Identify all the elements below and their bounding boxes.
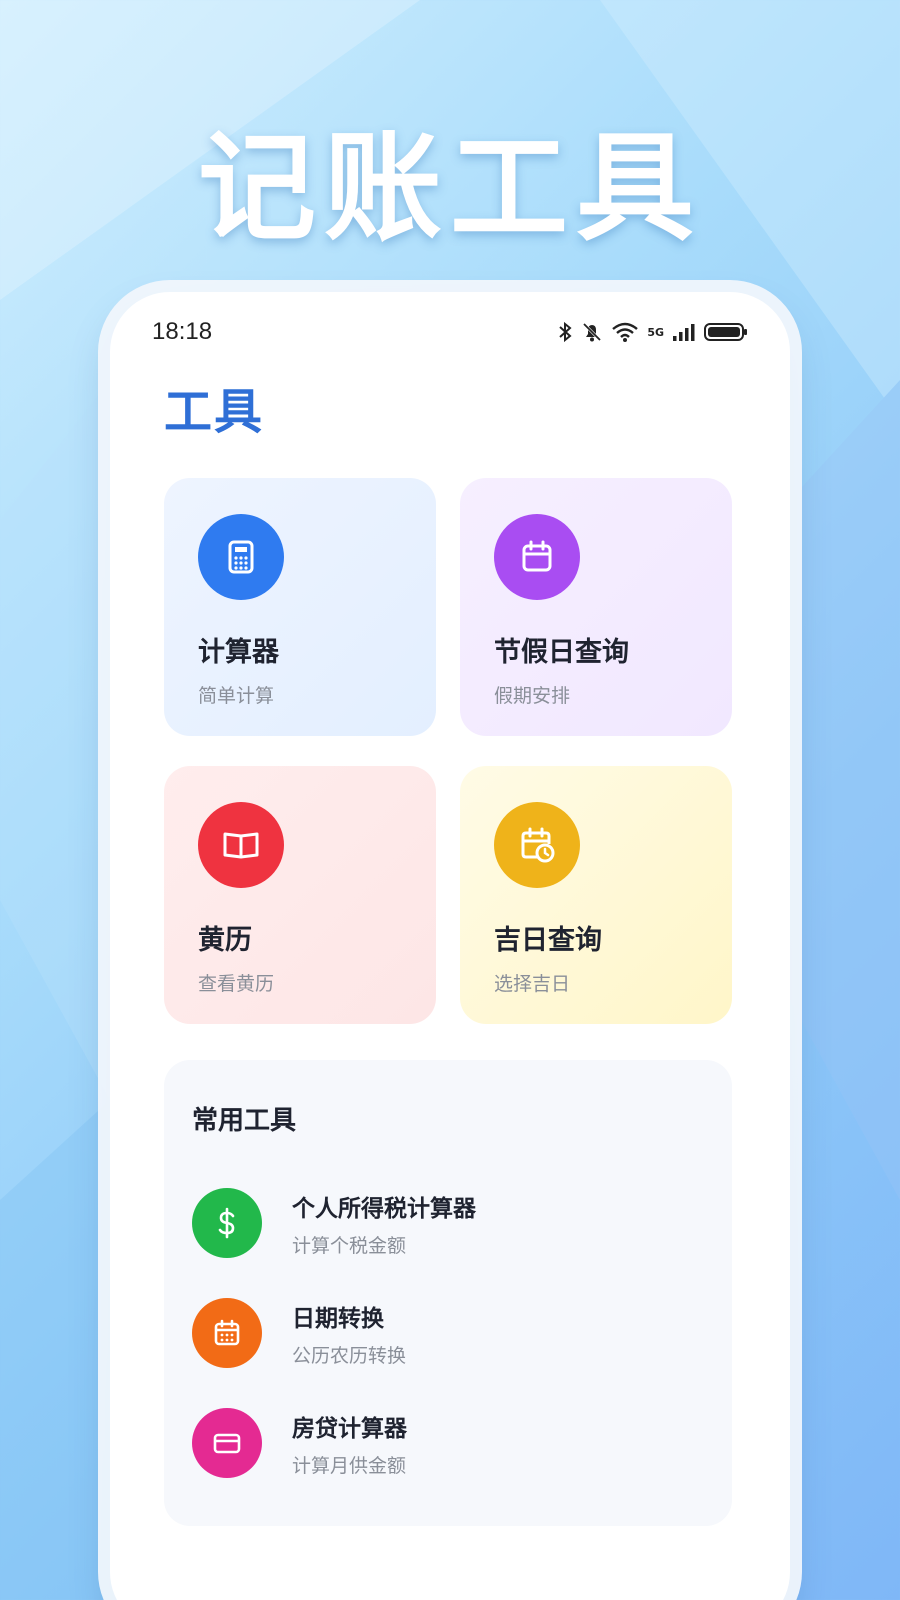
signal-icon — [673, 324, 695, 341]
calculator-icon — [198, 514, 284, 600]
bluetooth-icon — [559, 321, 572, 343]
lucky-day-card[interactable]: 吉日查询 选择吉日 — [460, 766, 732, 1024]
card-subtitle: 假期安排 — [494, 685, 571, 707]
page-title: 工具 — [164, 384, 265, 440]
section-title: 常用工具 — [192, 1106, 297, 1136]
list-item-title: 房贷计算器 — [292, 1415, 407, 1442]
almanac-card[interactable]: 黄历 查看黄历 — [164, 766, 436, 1024]
list-item-subtitle: 计算月供金额 — [292, 1454, 407, 1477]
card-subtitle: 选择吉日 — [494, 973, 571, 995]
status-time: 18:18 — [152, 318, 213, 345]
list-item-subtitle: 计算个税金额 — [292, 1234, 407, 1257]
card-subtitle: 查看黄历 — [198, 973, 275, 995]
calculator-card[interactable]: 计算器 简单计算 — [164, 478, 436, 736]
battery-icon — [704, 323, 747, 341]
card-icon — [192, 1408, 262, 1478]
calendar-clock-icon — [494, 802, 580, 888]
calendar-icon — [494, 514, 580, 600]
common-tools-section: 常用工具 个人所得税计算器 计算个税金额 日期转换 公历农历转换 房贷计算器 计… — [164, 1060, 732, 1526]
list-item-date-convert[interactable]: 日期转换 公历农历转换 — [192, 1298, 702, 1368]
holiday-card[interactable]: 节假日查询 假期安排 — [460, 478, 732, 736]
card-title: 黄历 — [198, 925, 252, 956]
list-item-title: 日期转换 — [292, 1305, 384, 1332]
book-icon — [198, 802, 284, 888]
list-item-mortgage[interactable]: 房贷计算器 计算月供金额 — [192, 1408, 702, 1478]
status-bar: 18:18 5G — [110, 312, 790, 352]
wifi-icon — [612, 322, 639, 342]
list-item-income-tax[interactable]: 个人所得税计算器 计算个税金额 — [192, 1188, 702, 1258]
card-title: 计算器 — [198, 637, 279, 668]
card-subtitle: 简单计算 — [198, 685, 275, 707]
phone-screen: 18:18 5G 工具 计算器 简单计算 节假日查询 假期安排 黄历 查看黄历 … — [110, 292, 790, 1600]
banner-title: 记账工具 — [197, 119, 702, 257]
list-item-subtitle: 公历农历转换 — [292, 1344, 407, 1367]
calendar-grid-icon — [192, 1298, 262, 1368]
dollar-icon — [192, 1188, 262, 1258]
card-title: 节假日查询 — [494, 637, 629, 668]
bell-muted-icon — [583, 322, 602, 342]
network-label: 5G — [647, 325, 664, 339]
status-icons: 5G — [557, 321, 748, 343]
card-title: 吉日查询 — [494, 925, 602, 956]
list-item-title: 个人所得税计算器 — [292, 1195, 476, 1222]
